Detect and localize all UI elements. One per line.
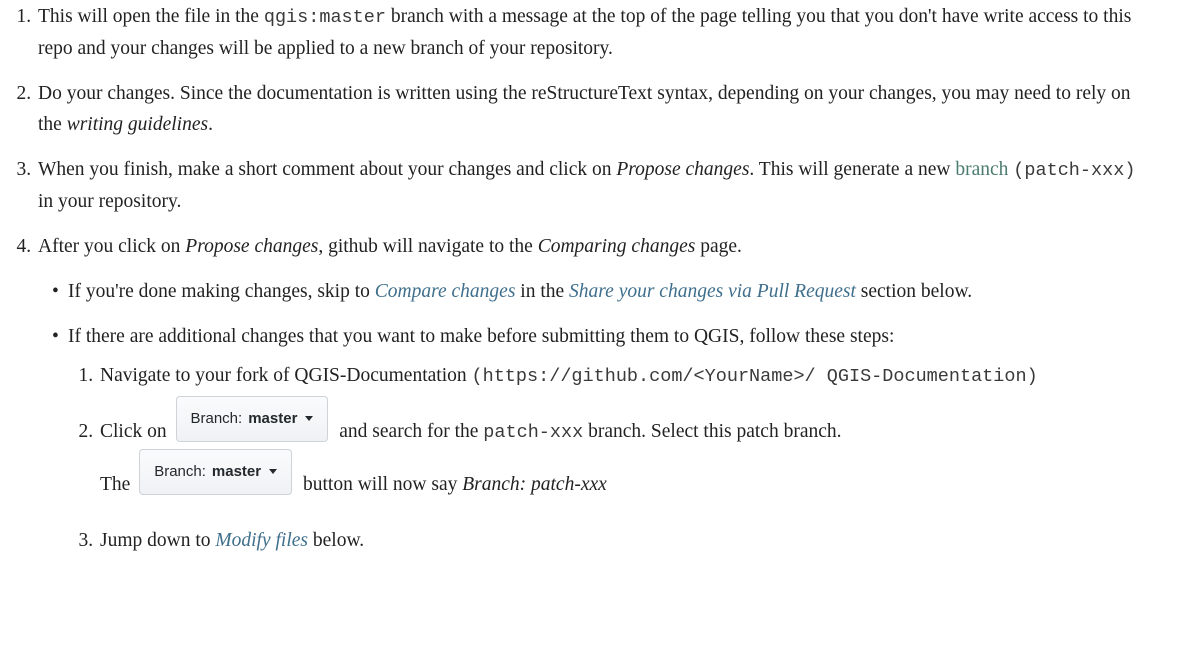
code-patch: patch-xxx xyxy=(483,422,584,443)
bullet-2: If there are additional changes that you… xyxy=(52,321,1153,556)
step-3: When you finish, make a short comment ab… xyxy=(36,154,1153,217)
inner-step-2: Click on Branch: master and search for t… xyxy=(98,395,1153,511)
code-patch: (patch-xxx) xyxy=(1013,160,1136,181)
text: in the xyxy=(515,281,570,302)
text: If you're done making changes, skip to xyxy=(68,281,375,302)
text: , github will navigate to the xyxy=(318,236,538,257)
text: Click on xyxy=(100,421,167,442)
text: If there are additional changes that you… xyxy=(68,326,895,347)
button-prefix: Branch: xyxy=(190,410,243,428)
text: The xyxy=(100,474,131,495)
button-prefix: Branch: xyxy=(154,463,206,481)
branch-link[interactable]: branch xyxy=(955,159,1008,180)
button-branch-name: master xyxy=(248,410,298,428)
branch-master-button[interactable]: Branch: master xyxy=(175,395,329,442)
steps-list: This will open the file in the qgis:mast… xyxy=(6,1,1153,556)
text: branch. Select this patch branch. xyxy=(583,421,842,442)
bullet-1: If you're done making changes, skip to C… xyxy=(52,276,1153,307)
button-branch-name: master xyxy=(211,463,262,481)
caret-down-icon xyxy=(269,469,278,475)
emphasis-branch-patch: Branch: patch-xxx xyxy=(462,474,607,495)
share-changes-link[interactable]: Share your changes via Pull Request xyxy=(569,281,856,302)
text: page. xyxy=(695,236,742,257)
emphasis-propose-changes: Propose changes xyxy=(616,159,750,180)
text: When you finish, make a short comment ab… xyxy=(38,159,617,180)
text: . xyxy=(208,114,213,135)
text: and search for the xyxy=(334,421,484,442)
inner-step-1: Navigate to your fork of QGIS-Documentat… xyxy=(98,360,1153,392)
text: Jump down to xyxy=(100,530,216,551)
text: After you click on xyxy=(38,236,186,257)
bullet-list: If you're done making changes, skip to C… xyxy=(38,276,1153,556)
code-fork-url: (https://github.com/<YourName>/ QGIS-Doc… xyxy=(471,366,1038,387)
inner-step-3: Jump down to Modify files below. xyxy=(98,525,1153,556)
caret-down-icon xyxy=(305,416,314,422)
modify-files-link[interactable]: Modify files xyxy=(215,530,308,551)
branch-master-button[interactable]: Branch: master xyxy=(139,448,293,495)
step-4: After you click on Propose changes, gith… xyxy=(36,231,1153,556)
text: in your repository. xyxy=(38,191,182,212)
emphasis-propose-changes: Propose changes xyxy=(185,236,319,257)
text: This will open the file in the xyxy=(38,6,264,27)
compare-changes-link[interactable]: Compare changes xyxy=(375,281,516,302)
text: button will now say xyxy=(298,474,463,495)
document-page: This will open the file in the qgis:mast… xyxy=(0,0,1189,556)
step-1: This will open the file in the qgis:mast… xyxy=(36,1,1153,64)
text: below. xyxy=(308,530,365,551)
step-2: Do your changes. Since the documentation… xyxy=(36,78,1153,140)
text: . This will generate a new xyxy=(749,159,956,180)
text: section below. xyxy=(855,281,973,302)
emphasis-writing-guidelines: writing guidelines xyxy=(66,114,209,135)
text: Navigate to your fork of QGIS-Documentat… xyxy=(100,365,472,386)
code-branch: qgis:master xyxy=(263,7,386,28)
inner-steps-list: Navigate to your fork of QGIS-Documentat… xyxy=(68,360,1153,556)
emphasis-comparing-changes: Comparing changes xyxy=(537,236,696,257)
